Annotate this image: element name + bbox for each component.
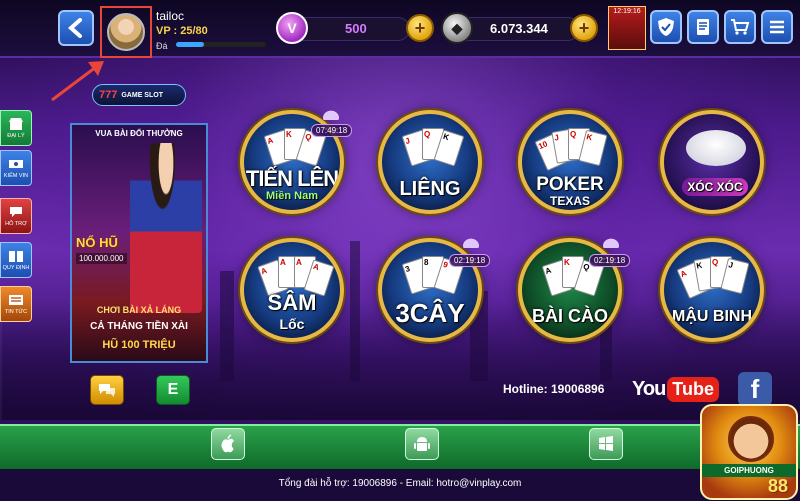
banner-heading: VUA BÀI ĐỔI THƯỞNG: [95, 129, 183, 138]
hat-icon: [320, 108, 342, 120]
vp-level: VP : 25/80: [156, 25, 208, 37]
xp-progress-bar: [176, 42, 266, 47]
ios-download-button[interactable]: [211, 428, 245, 460]
banner-jackpot: NỔ HŨ: [76, 235, 118, 250]
banner-model-image: [130, 143, 202, 313]
bowl-icon: [686, 130, 746, 166]
game-subtitle: Lốc: [279, 316, 305, 332]
banner-line-3: HŨ 100 TRIỆU: [102, 339, 176, 351]
back-button[interactable]: [58, 10, 94, 46]
footer-bar: [0, 424, 800, 469]
banner-line-1: CHƠI BÀI XẢ LÁNG: [96, 305, 182, 315]
game-tile-xoc-xoc[interactable]: XÓC XÓC: [660, 110, 764, 214]
android-download-button[interactable]: [405, 428, 439, 460]
sidebar-item-ho-tro[interactable]: HỖ TRỢ: [0, 198, 32, 234]
game-slot-button[interactable]: 777 GAME SLOT: [92, 84, 186, 106]
game-title: SÂM: [267, 290, 317, 315]
slot-777-label: 777: [99, 89, 118, 101]
game-tile-lieng[interactable]: J Q K LIÊNG: [378, 110, 482, 214]
shop-button[interactable]: [724, 10, 756, 44]
sidebar-item-dai-ly[interactable]: ĐẠI LÝ: [0, 110, 32, 146]
menu-button[interactable]: [761, 10, 793, 44]
cash-icon: [9, 160, 23, 168]
sidebar-item-label: ĐẠI LÝ: [7, 133, 25, 139]
game-tile-poker[interactable]: 10 J Q K POKER TEXAS: [518, 110, 622, 214]
event-e-button[interactable]: E: [156, 375, 190, 405]
sidebar-item-label: KIẾM VIN: [3, 173, 29, 179]
shield-icon: [658, 18, 674, 36]
game-subtitle: TEXAS: [549, 194, 590, 208]
youtube-tube-label: Tube: [667, 376, 719, 402]
support-text: Tổng đài hỗ trợ: 19006896 - Email: hotro…: [278, 478, 522, 489]
game-title: LIÊNG: [399, 178, 461, 200]
windows-download-button[interactable]: [589, 428, 623, 460]
hamburger-menu-icon: [770, 20, 784, 34]
game-title: 3CÂY: [395, 298, 465, 328]
sidebar-item-kiem-vin[interactable]: KIẾM VIN: [0, 150, 32, 186]
game-title: XÓC XÓC: [682, 178, 748, 196]
facebook-button[interactable]: f: [738, 372, 772, 406]
xu-balance: 6.073.344: [490, 21, 548, 36]
game-timer: 02:19:18: [589, 254, 631, 267]
game-subtitle: Miền Nam: [266, 190, 318, 202]
security-button[interactable]: [650, 10, 682, 44]
rank-label: Đá: [156, 41, 168, 51]
banner-line-2: CẢ THÁNG TIỀN XÀI: [90, 321, 188, 332]
game-timer: 02:19:18: [449, 254, 491, 267]
hat-icon: [600, 236, 622, 248]
store-icon: [9, 118, 23, 130]
skyline-tower: [220, 271, 234, 381]
event-thumbnail[interactable]: 12:19:16: [608, 6, 646, 50]
banner-amount: 100.000.000: [76, 253, 127, 264]
cards-icon: A K Q J: [676, 256, 750, 302]
chat-icon: [10, 207, 22, 217]
sidebar-item-quy-dinh[interactable]: QUY ĐỊNH: [0, 242, 32, 278]
game-title: BÀI CÀO: [532, 306, 608, 326]
sidebar-item-tin-tuc[interactable]: TIN TỨC: [0, 286, 32, 322]
youtube-you-label: You: [632, 377, 666, 400]
game-tile-mau-binh[interactable]: A K Q J MẬU BINH: [660, 238, 764, 342]
avatar[interactable]: [107, 13, 145, 51]
vin-coin-icon: V: [276, 12, 308, 44]
news-icon: [9, 295, 23, 305]
game-title: TIẾN LÊN: [245, 166, 339, 191]
sidebar-item-label: HỖ TRỢ: [5, 221, 27, 227]
youtube-button[interactable]: You Tube: [632, 372, 724, 406]
silver-coin-icon: ◆: [441, 12, 473, 44]
event-timer: 12:19:16: [613, 8, 641, 15]
sidebar-item-label: TIN TỨC: [4, 309, 28, 315]
cards-icon: 10 J Q K: [534, 128, 608, 174]
apple-icon: [221, 434, 234, 453]
slot-text-label: GAME SLOT: [121, 91, 163, 99]
mascot-icon: [728, 416, 774, 462]
chat-button[interactable]: [90, 375, 124, 405]
skyline-tower: [350, 241, 360, 381]
xp-progress-fill: [176, 42, 204, 47]
vin-balance: 500: [345, 21, 367, 36]
add-xu-button[interactable]: +: [570, 14, 598, 42]
brand-badge-logo: GOIPHUONG 88: [700, 404, 798, 500]
sidebar-item-label: QUY ĐỊNH: [2, 265, 30, 271]
lobby-screen: tailoc VP : 25/80 Đá V 500 + ◆ 6.073.344…: [0, 0, 800, 501]
game-tile-sam-loc[interactable]: A A A A SÂM Lốc: [240, 238, 344, 342]
chat-bubbles-icon: [99, 384, 115, 397]
add-vin-button[interactable]: +: [406, 14, 434, 42]
android-icon: [414, 437, 430, 451]
chevron-left-icon: [67, 18, 82, 38]
cards-icon: J Q K: [400, 128, 468, 174]
windows-icon: [599, 436, 613, 451]
game-title: MẬU BINH: [672, 308, 752, 325]
username: tailoc: [156, 9, 185, 23]
avatar-highlight[interactable]: [100, 6, 152, 58]
game-timer: 07:49:18: [311, 124, 353, 137]
promo-banner[interactable]: VUA BÀI ĐỔI THƯỞNG NỔ HŨ 100.000.000 CHƠ…: [70, 123, 208, 363]
hotline-text: Hotline: 19006896: [503, 382, 605, 396]
book-icon: [9, 251, 23, 262]
cart-icon: [731, 19, 750, 35]
game-title: POKER: [536, 174, 604, 195]
document-icon: [697, 19, 709, 35]
mail-button[interactable]: [687, 10, 719, 44]
badge-number: 88: [767, 476, 788, 496]
hat-icon: [460, 236, 482, 248]
